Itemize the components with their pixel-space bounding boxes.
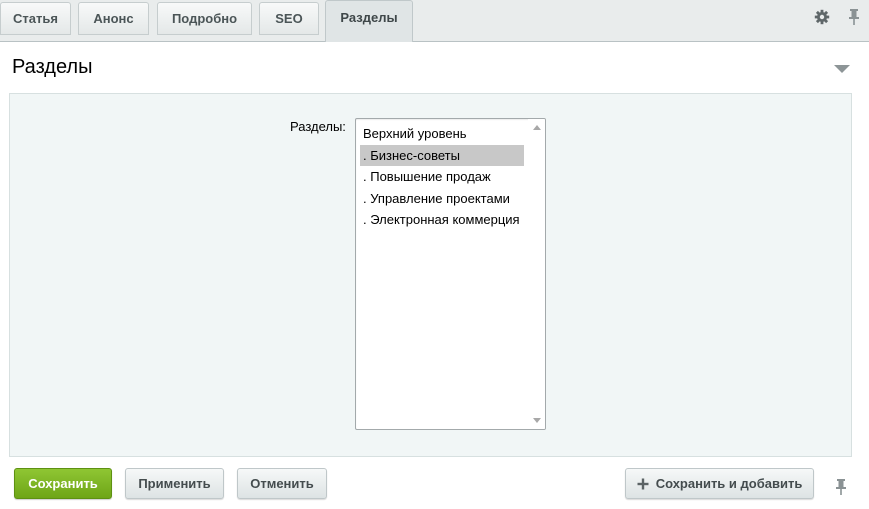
list-option[interactable]: Верхний уровень bbox=[360, 123, 524, 144]
gear-icon[interactable] bbox=[811, 6, 833, 28]
tab-announcement[interactable]: Анонс bbox=[78, 2, 149, 35]
tab-bar: Статья Анонс Подробно SEO Разделы bbox=[0, 0, 869, 42]
listbox-scrollbar[interactable] bbox=[528, 119, 545, 429]
sections-listbox[interactable]: Верхний уровень . Бизнес-советы . Повыше… bbox=[355, 118, 546, 430]
pin-icon[interactable] bbox=[843, 6, 865, 28]
tab-sections[interactable]: Разделы bbox=[325, 0, 413, 42]
list-option[interactable]: . Электронная коммерция bbox=[360, 209, 524, 230]
scroll-up-arrow-icon[interactable] bbox=[533, 125, 541, 130]
tab-article[interactable]: Статья bbox=[0, 2, 71, 35]
list-option[interactable]: . Управление проектами bbox=[360, 188, 524, 209]
cancel-button[interactable]: Отменить bbox=[237, 468, 327, 499]
sections-field-label: Разделы: bbox=[290, 119, 346, 134]
save-button[interactable]: Сохранить bbox=[14, 468, 112, 499]
scroll-down-arrow-icon[interactable] bbox=[533, 418, 541, 423]
save-and-add-label: Сохранить и добавить bbox=[655, 476, 803, 491]
tab-seo[interactable]: SEO bbox=[259, 2, 319, 35]
section-title: Разделы bbox=[12, 56, 93, 78]
apply-button[interactable]: Применить bbox=[125, 468, 224, 499]
tab-details[interactable]: Подробно bbox=[157, 2, 252, 35]
pin-icon[interactable] bbox=[831, 477, 851, 497]
list-option-selected[interactable]: . Бизнес-советы bbox=[360, 145, 524, 166]
plus-icon bbox=[637, 478, 649, 490]
save-and-add-button[interactable]: Сохранить и добавить bbox=[625, 468, 814, 499]
list-option[interactable]: . Повышение продаж bbox=[360, 166, 524, 187]
triangle-down-icon[interactable] bbox=[832, 62, 852, 74]
